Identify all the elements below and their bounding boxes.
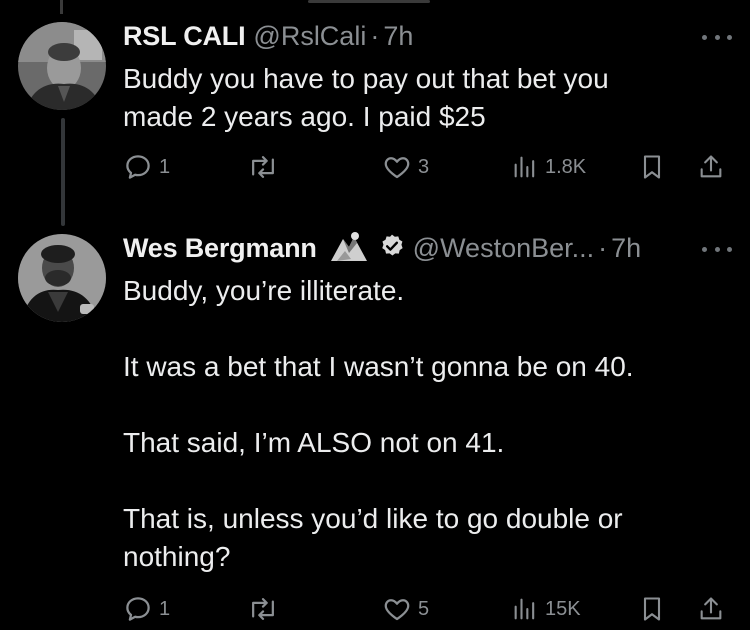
- avatar-image-icon: [18, 234, 106, 322]
- tweet-text: Buddy, you’re illiterate. It was a bet t…: [123, 272, 723, 576]
- bookmark-button[interactable]: [638, 594, 666, 624]
- user-handle[interactable]: @RslCali: [253, 21, 366, 52]
- bookmark-button[interactable]: [638, 152, 666, 182]
- thread-connector-line: [61, 118, 65, 226]
- thread-line-top: [60, 0, 63, 14]
- views-count: 15K: [545, 597, 581, 620]
- tweet-paragraph: It was a bet that I wasn’t gonna be on 4…: [123, 351, 634, 382]
- timestamp[interactable]: 7h: [383, 21, 413, 52]
- reply-icon: [126, 597, 150, 621]
- previous-tweet-edge: [0, 0, 750, 14]
- share-button[interactable]: [697, 152, 725, 182]
- reply-count: 1: [159, 155, 171, 178]
- divider: [308, 0, 430, 3]
- tweet-paragraph: Buddy, you’re illiterate.: [123, 275, 405, 306]
- display-name[interactable]: RSL CALI: [123, 21, 246, 52]
- more-icon[interactable]: [702, 32, 732, 42]
- avatar[interactable]: [18, 234, 106, 322]
- avatar[interactable]: [18, 22, 106, 110]
- tweet-actions: 1 5 15K: [123, 590, 733, 630]
- like-button[interactable]: 5: [382, 594, 429, 624]
- views-button[interactable]: 15K: [511, 594, 581, 624]
- share-icon: [700, 155, 722, 178]
- like-icon: [384, 599, 410, 621]
- reply-count: 1: [159, 597, 171, 620]
- separator-dot: ·: [598, 232, 608, 263]
- user-handle[interactable]: @WestonBer...: [413, 233, 595, 264]
- share-button[interactable]: [697, 594, 725, 624]
- retweet-icon: [252, 156, 274, 178]
- timestamp[interactable]: 7h: [611, 233, 641, 264]
- verified-badge-icon[interactable]: [379, 233, 405, 264]
- more-icon[interactable]: [702, 244, 732, 254]
- reply-icon: [126, 155, 150, 179]
- separator-dot: ·: [370, 20, 380, 51]
- retweet-button[interactable]: [247, 152, 285, 182]
- display-name[interactable]: Wes Bergmann: [123, 233, 317, 264]
- tweet-header: RSL CALI @RslCali · 7h: [123, 16, 413, 56]
- tweet-paragraph: That said, I’m ALSO not on 41.: [123, 427, 505, 458]
- views-icon: [514, 598, 535, 620]
- tweet-paragraph: That is, unless you’d like to go double …: [123, 503, 623, 572]
- retweet-button[interactable]: [247, 594, 285, 624]
- tweet-actions: 1 3 1.8K: [123, 148, 733, 188]
- tweet-text: Buddy you have to pay out that bet you m…: [123, 60, 609, 136]
- views-button[interactable]: 1.8K: [511, 152, 586, 182]
- like-count: 5: [418, 597, 430, 620]
- reply-button[interactable]: 1: [123, 594, 170, 624]
- bookmark-icon: [643, 155, 661, 179]
- views-icon: [514, 156, 535, 178]
- retweet-icon: [252, 598, 274, 620]
- like-icon: [384, 157, 410, 179]
- avatar-image-icon: [18, 22, 106, 110]
- views-count: 1.8K: [545, 155, 587, 178]
- tweet-text-line: Buddy you have to pay out that bet you: [123, 63, 609, 94]
- like-button[interactable]: 3: [382, 152, 429, 182]
- affiliate-badge-icon[interactable]: [327, 229, 371, 268]
- tweet-text-line: made 2 years ago. I paid $25: [123, 101, 486, 132]
- share-icon: [700, 597, 722, 620]
- tweet-header: Wes Bergmann @WestonBer... · 7h: [123, 228, 641, 268]
- like-count: 3: [418, 155, 430, 178]
- bookmark-icon: [643, 597, 661, 621]
- reply-button[interactable]: 1: [123, 152, 170, 182]
